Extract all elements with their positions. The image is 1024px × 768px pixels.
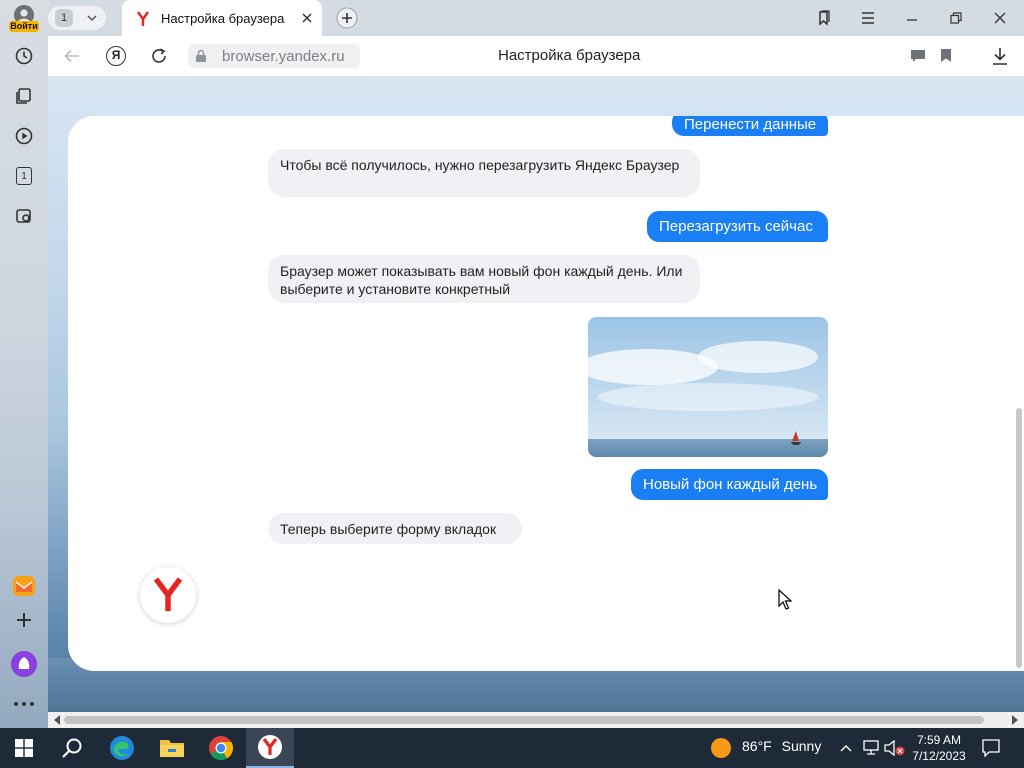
chevron-up-icon[interactable] [840,744,852,752]
navigation-bar: Я browser.yandex.ru Настройка браузера [48,36,1024,77]
plus-icon [336,7,358,29]
address-url: browser.yandex.ru [222,48,345,65]
mouse-cursor-icon [778,589,792,610]
clock-time: 7:59 AM [916,733,962,747]
tab-count-icon: 1 [16,167,32,185]
collections-button[interactable] [10,82,38,110]
more-dots-icon [14,702,34,706]
setup-chat-card: Перенести данные Чтобы всё получилось, н… [68,116,1024,671]
scroll-right-icon[interactable] [1011,715,1019,725]
volume-muted-icon[interactable] [884,740,906,756]
restart-now-button[interactable]: Перезагрузить сейчас [647,211,828,242]
bookmarks-icon [819,10,830,26]
title-bar: 1 Настройка браузера [48,0,1024,36]
start-button[interactable] [0,728,48,768]
explorer-taskbar-button[interactable] [148,728,196,768]
close-tab-icon[interactable] [301,12,313,24]
weather-condition: Sunny [781,738,822,754]
horizontal-scroll-thumb[interactable] [64,716,984,724]
tab-settings[interactable]: Настройка браузера [122,0,322,36]
network-icon[interactable] [862,740,880,756]
tab-count: 1 [55,9,73,27]
weather-sun-icon[interactable] [710,737,732,759]
taskbar-clock[interactable]: 7:59 AM 7/12/2023 [908,732,970,764]
restart-message: Чтобы всё получилось, нужно перезагрузит… [268,149,700,197]
chevron-down-icon [87,15,97,22]
scroll-left-icon[interactable] [53,715,61,725]
daily-background-button[interactable]: Новый фон каждый день [631,469,828,500]
add-panel-button[interactable] [10,606,38,634]
minimize-icon [907,19,917,21]
page-title: Настройка браузера [498,47,641,64]
background-preview-image[interactable] [588,317,828,457]
background-message: Браузер может показывать вам новый фон к… [268,255,700,303]
yandex-logo-icon [153,577,183,611]
yandex-favicon-icon [137,11,149,26]
bookmark-icon[interactable] [940,48,952,63]
sailboat-picture [588,317,828,457]
notifications-icon[interactable] [982,739,1000,757]
yandex-taskbar-button[interactable] [246,728,294,768]
restore-icon [950,12,962,24]
edge-taskbar-button[interactable] [98,728,146,768]
tab-count-label: 1 [21,171,27,182]
minimize-button[interactable] [897,6,927,30]
weather-temperature: 86°F [742,738,772,754]
mail-icon [13,576,35,596]
tabs-shape-message: Теперь выберите форму вкладок [268,513,522,544]
back-arrow-icon[interactable] [64,49,80,63]
folder-icon [160,740,184,757]
login-label: Войти [9,21,39,32]
edge-icon [110,736,134,760]
new-tab-button[interactable] [332,6,362,30]
close-window-button[interactable] [985,6,1015,30]
restart-message-text: Чтобы всё получилось, нужно перезагрузит… [280,157,680,173]
tabs-counter-button[interactable]: 1 [10,162,38,190]
login-button[interactable]: Войти [6,4,42,34]
address-bar[interactable]: browser.yandex.ru [188,44,360,68]
screenshot-icon [16,209,31,223]
taskbar-search-button[interactable] [48,728,96,768]
search-icon [62,738,82,758]
media-button[interactable] [10,122,38,150]
chrome-taskbar-button[interactable] [197,728,245,768]
vertical-scrollbar[interactable] [1016,408,1022,668]
windows-logo-icon [15,739,33,757]
lock-icon[interactable] [194,49,208,63]
plus-icon [17,613,31,627]
screenshot-button[interactable] [10,202,38,230]
collections-icon [16,88,31,104]
restore-button[interactable] [941,6,971,30]
close-icon [994,12,1006,24]
tab-switcher[interactable]: 1 [48,6,106,30]
comments-icon[interactable] [910,49,926,63]
more-button[interactable] [10,690,38,718]
yandex-home-icon[interactable]: Я [106,46,126,66]
chrome-icon [209,736,234,761]
yandex-assistant-avatar [140,567,196,623]
yandex-browser-icon [258,735,282,759]
taskbar: 86°F Sunny 7:59 AM 7/12/2023 [0,728,1024,768]
history-button[interactable] [10,42,38,70]
alice-button[interactable] [10,650,38,678]
mail-button[interactable] [10,572,38,600]
menu-button[interactable] [853,6,883,30]
reload-icon[interactable] [150,47,168,65]
weather-widget[interactable]: 86°F Sunny [742,738,821,754]
clock-date: 7/12/2023 [912,749,966,763]
play-icon [15,127,33,145]
menu-icon [862,12,874,24]
background-message-text: Браузер может показывать вам новый фон к… [280,263,683,297]
alice-icon [11,651,37,677]
download-icon[interactable] [992,47,1008,65]
tabs-shape-message-text: Теперь выберите форму вкладок [280,521,497,537]
sidebar: Войти 1 [0,0,48,728]
history-icon [15,47,33,65]
bookmarks-panel-button[interactable] [809,6,839,30]
transfer-data-button[interactable]: Перенести данные [672,116,828,136]
horizontal-scrollbar[interactable] [48,712,1024,728]
tab-title: Настройка браузера [161,11,285,26]
